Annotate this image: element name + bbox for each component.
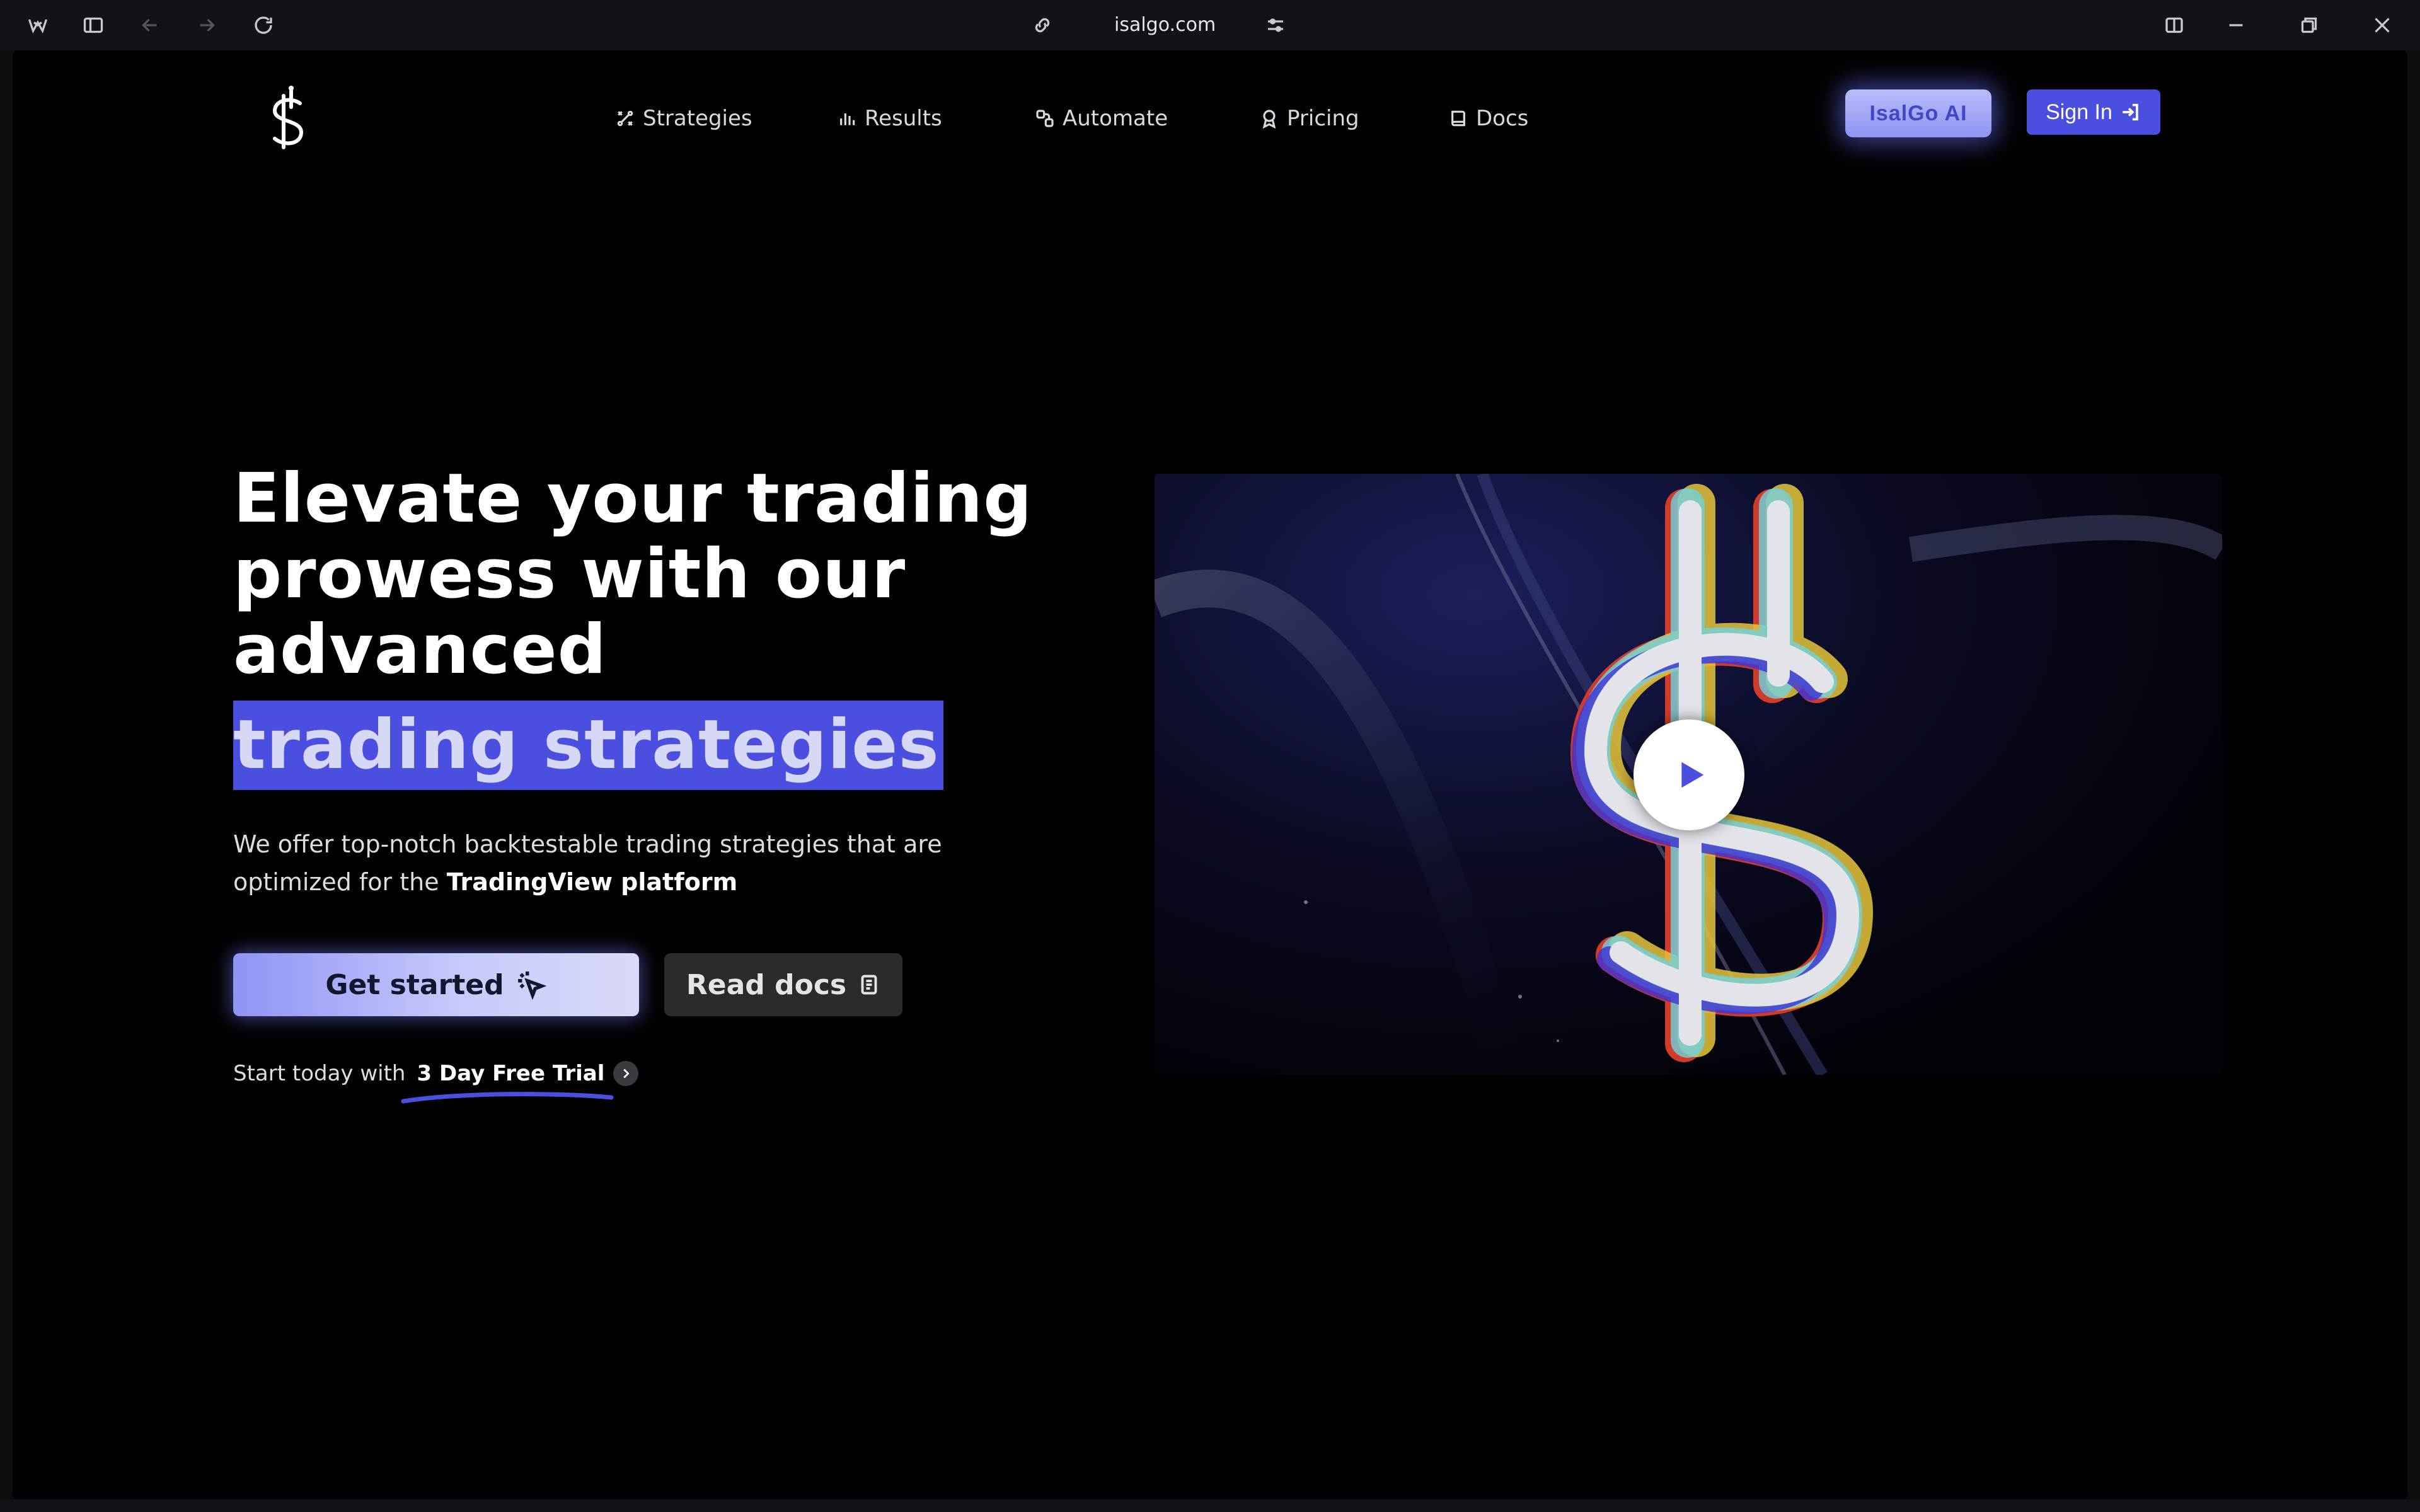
browser-toolbar: isalgo.com [0, 0, 2420, 50]
split-view-icon[interactable] [2159, 10, 2189, 40]
book-icon [1451, 110, 1465, 127]
nav-item-label: Strategies [643, 106, 752, 131]
cursor-click-icon [517, 971, 546, 1000]
award-icon [1262, 110, 1276, 129]
reload-icon[interactable] [248, 10, 279, 40]
nav-item-label: Docs [1476, 106, 1529, 131]
nav-item-pricing[interactable]: Pricing [1259, 98, 1359, 139]
headline-highlight: trading strategies [233, 701, 943, 790]
hero-headline: Elevate your trading prowess with our ad… [233, 461, 1052, 688]
restore-window-icon[interactable] [2294, 10, 2324, 40]
isalgo-ai-button[interactable]: IsalGo AI [1845, 89, 1991, 137]
read-docs-button[interactable]: Read docs [664, 953, 902, 1016]
bar-chart-icon [840, 113, 855, 125]
sign-in-label: Sign In [2046, 100, 2112, 124]
page-viewport: Strategies Results Automate Pricing Docs… [13, 50, 2407, 1499]
nav-item-docs[interactable]: Docs [1448, 98, 1528, 139]
headline-line: advanced [233, 610, 607, 689]
automate-icon [1036, 110, 1054, 127]
window-bottom-edge [0, 1499, 2420, 1512]
back-arrow-icon[interactable] [135, 10, 165, 40]
free-trial-link[interactable]: Start today with 3 Day Free Trial [233, 1055, 639, 1092]
nav-item-label: Pricing [1287, 106, 1359, 131]
browser-logo-icon[interactable] [23, 10, 53, 40]
scribble-underline-icon [401, 1092, 614, 1104]
document-icon [861, 975, 877, 995]
address-bar-url[interactable]: isalgo.com [1114, 11, 1216, 39]
subtitle-bold: TradingView platform [446, 868, 738, 896]
read-docs-label: Read docs [686, 968, 847, 1001]
nav-item-strategies[interactable]: Strategies [615, 98, 752, 139]
sidebar-toggle-icon[interactable] [78, 10, 108, 40]
headline-line: prowess with our [233, 535, 906, 614]
nav-item-label: Automate [1063, 106, 1168, 131]
play-icon [1681, 762, 1704, 788]
trial-prefix: Start today with [233, 1061, 406, 1086]
isalgo-logo-icon[interactable] [253, 84, 328, 159]
minimize-icon[interactable] [2221, 10, 2251, 40]
get-started-label: Get started [325, 968, 504, 1001]
site-settings-icon[interactable] [1260, 10, 1291, 40]
nav-item-label: Results [865, 106, 942, 131]
sign-in-button[interactable]: Sign In [2027, 89, 2160, 135]
link-icon[interactable] [1027, 10, 1057, 40]
get-started-button[interactable]: Get started [233, 953, 639, 1016]
close-window-icon[interactable] [2367, 10, 2397, 40]
headline-line: Elevate your trading [233, 459, 1033, 538]
trial-bold: 3 Day Free Trial [417, 1061, 605, 1086]
chevron-right-icon [613, 1061, 639, 1086]
nav-item-results[interactable]: Results [837, 98, 942, 139]
forward-arrow-icon[interactable] [192, 10, 222, 40]
nav-item-automate[interactable]: Automate [1035, 98, 1168, 139]
strategies-icon [617, 110, 633, 127]
hero-subtitle: We offer top-notch backtestable trading … [233, 825, 989, 901]
login-icon [2123, 103, 2138, 121]
play-button[interactable] [1634, 719, 1744, 830]
